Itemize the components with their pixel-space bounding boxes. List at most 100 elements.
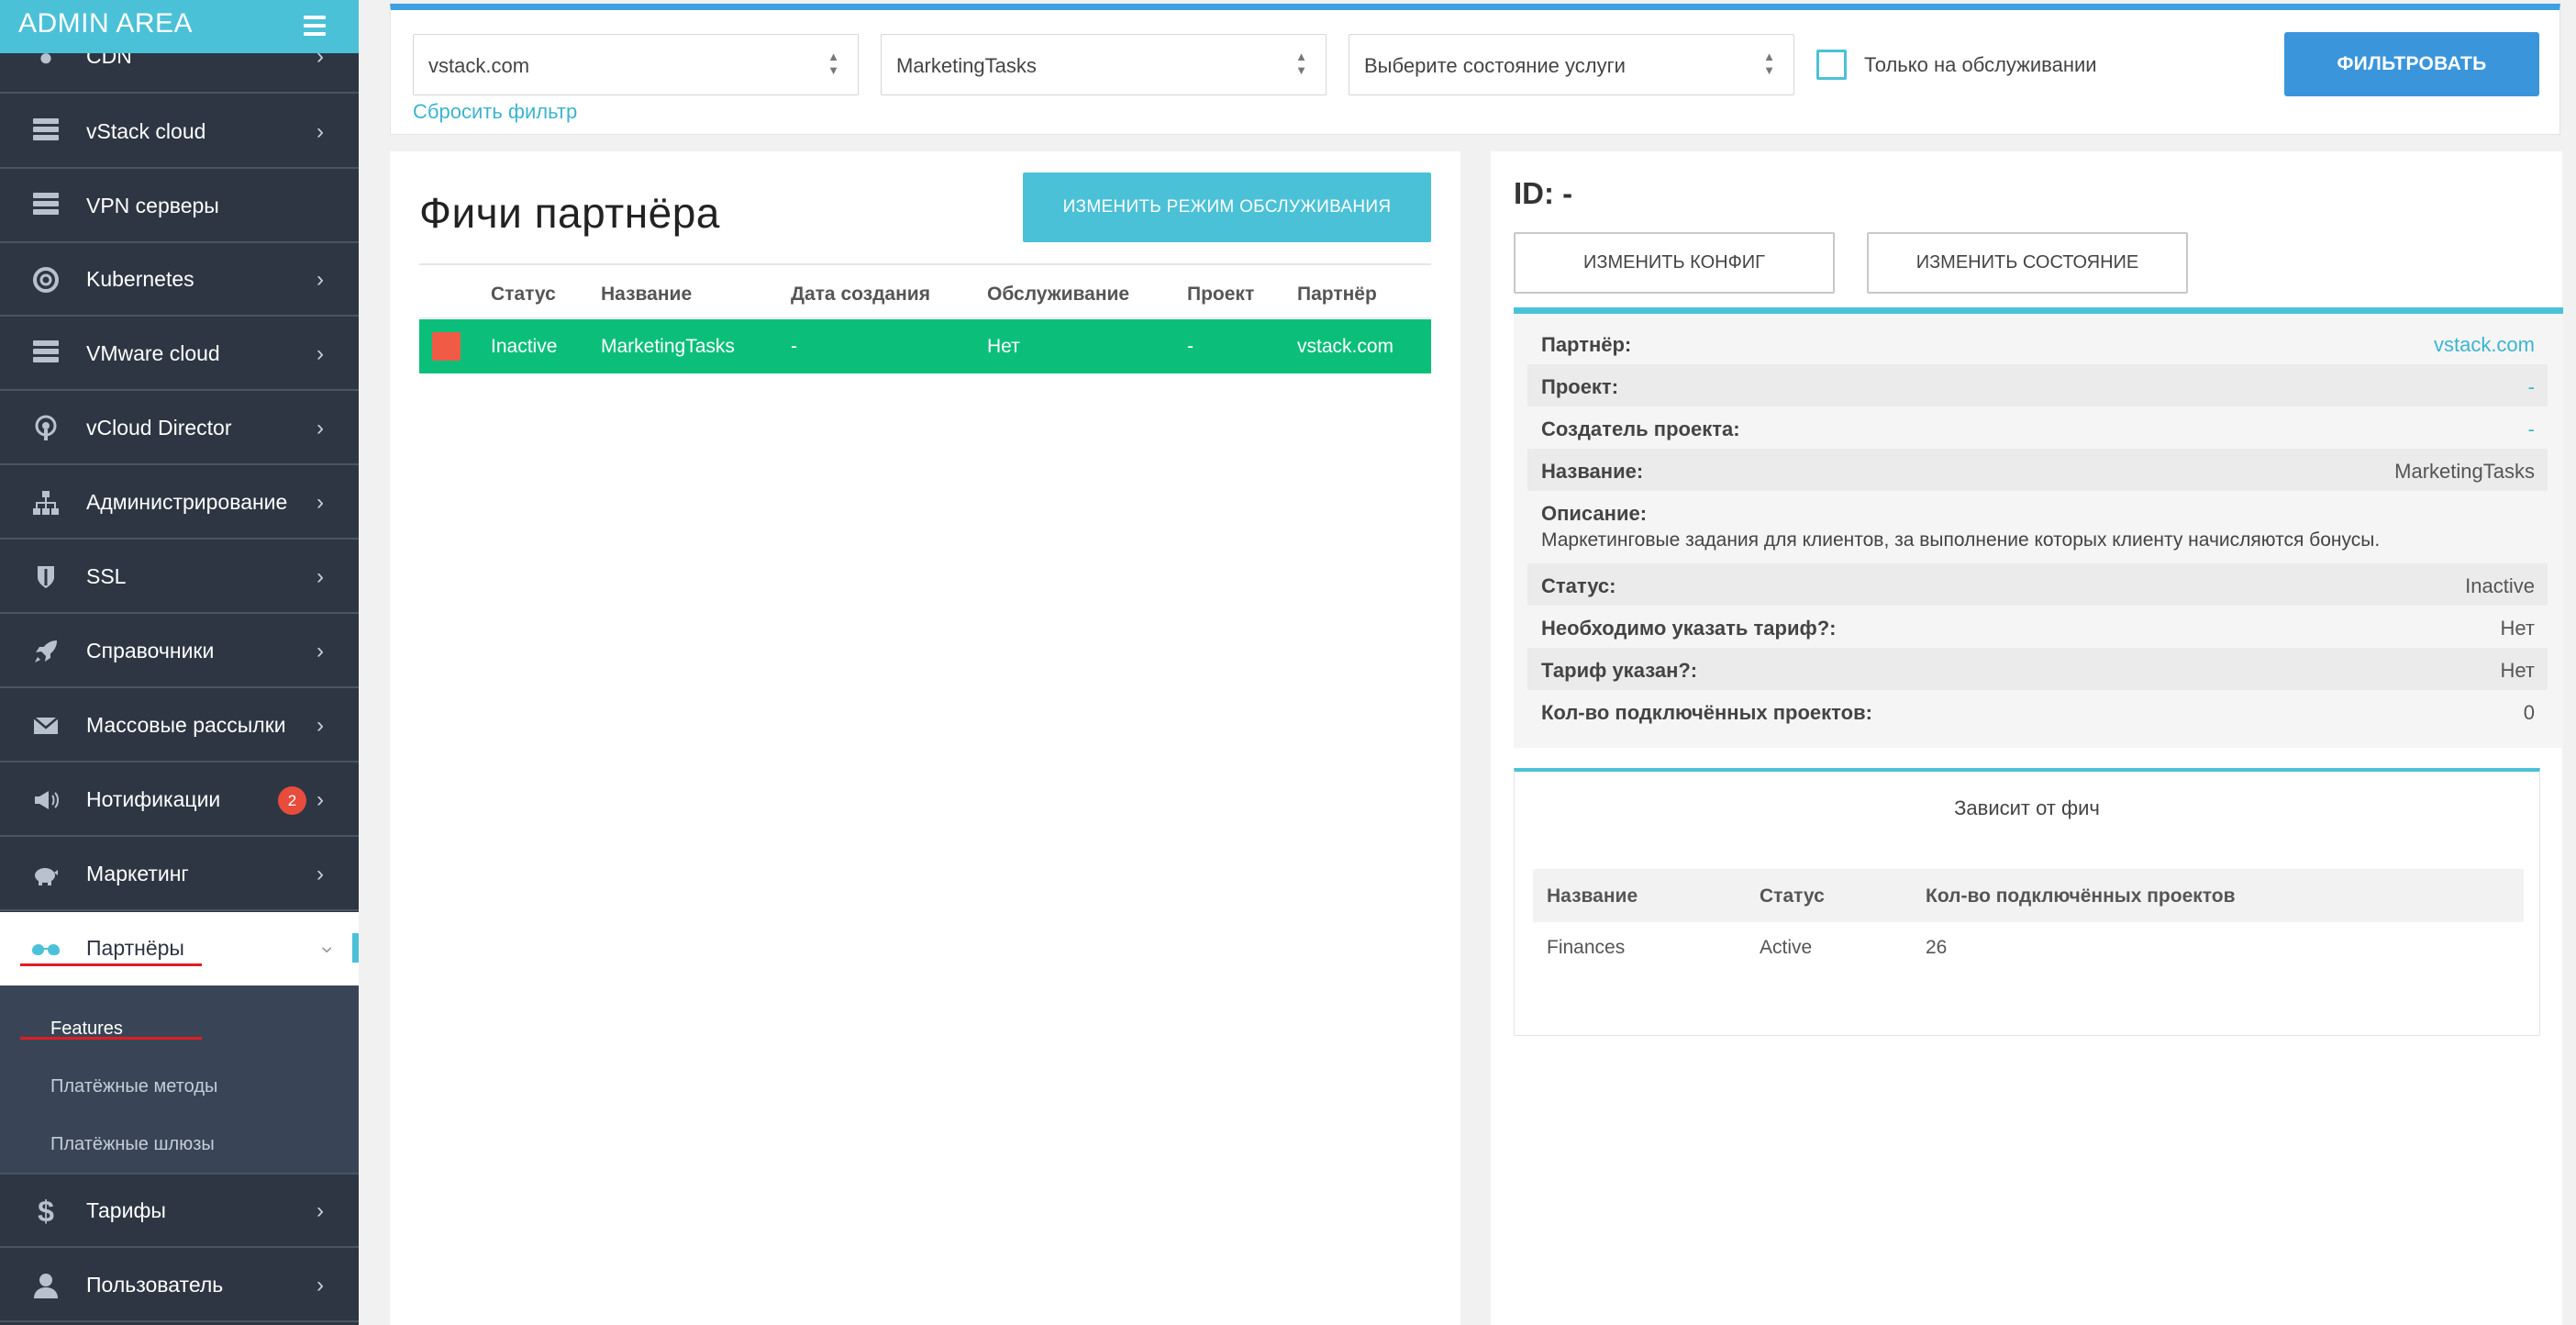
detail-row-name: Название: MarketingTasks <box>1527 449 2548 491</box>
cell-projects: 26 <box>1926 937 1948 958</box>
page-title: Фичи партнёра <box>419 189 720 237</box>
column-header: Кол-во подключённых проектов <box>1926 885 2236 907</box>
column-header[interactable]: Название <box>601 284 692 306</box>
sidebar-item-label: Администрирование <box>86 490 288 514</box>
detail-row-description: Описание: Маркетинговые задания для клие… <box>1527 491 2548 563</box>
creator-link[interactable]: - <box>2528 418 2535 441</box>
detail-value: Нет <box>2500 617 2535 640</box>
filter-button[interactable]: ФИЛЬТРОВАТЬ <box>2284 32 2539 96</box>
sidebar-item-label: VMware cloud <box>86 341 220 365</box>
partner-link[interactable]: vstack.com <box>2434 333 2535 357</box>
maintenance-only-checkbox[interactable] <box>1816 50 1847 80</box>
cell-name: MarketingTasks <box>601 336 735 357</box>
sidebar-item-vstack-cloud[interactable]: vStack cloud › <box>0 95 359 169</box>
change-state-button[interactable]: ИЗМЕНИТЬ СОСТОЯНИЕ <box>1867 232 2188 294</box>
change-maintenance-button[interactable]: ИЗМЕНИТЬ РЕЖИМ ОБСЛУЖИВАНИЯ <box>1023 173 1431 242</box>
cell-created: - <box>791 336 797 357</box>
column-header[interactable]: Обслуживание <box>987 284 1129 306</box>
detail-key: Описание: <box>1541 502 1648 525</box>
sidebar-item-kubernetes[interactable]: Kubernetes › <box>0 243 359 317</box>
sidebar-item-partners[interactable]: Партнёры › <box>0 912 359 985</box>
detail-key: Название: <box>1541 460 1644 483</box>
brand-title: ADMIN AREA <box>18 8 194 39</box>
chevron-right-icon: › <box>316 787 324 812</box>
maintenance-only-label: Только на обслуживании <box>1864 53 2097 76</box>
sidebar-item-user[interactable]: Пользователь › <box>0 1249 359 1322</box>
glasses-icon <box>31 935 61 963</box>
sidebar-item-label: Маркетинг <box>86 862 189 885</box>
sidebar-item-administration[interactable]: Администрирование › <box>0 466 359 540</box>
detail-row-project: Проект: - <box>1527 364 2548 406</box>
dependencies-card: Зависит от фич Название Статус Кол-во по… <box>1514 768 2540 1036</box>
chevron-down-icon: › <box>316 946 340 953</box>
partners-submenu: Features Платёжные методы Платёжные шлюз… <box>0 985 359 1175</box>
sidebar-item-vmware[interactable]: VMware cloud › <box>0 317 359 391</box>
annotation-underline <box>20 1037 202 1040</box>
service-state-select[interactable]: Выберите состояние услуги ▲ ▼ <box>1349 34 1794 95</box>
reset-filter-link[interactable]: Сбросить фильтр <box>413 100 577 124</box>
sitemap-icon <box>31 489 61 517</box>
annotation-underline <box>20 963 202 966</box>
detail-row-partner: Партнёр: vstack.com <box>1527 322 2548 364</box>
detail-value: MarketingTasks <box>2394 460 2535 483</box>
feature-select-value: MarketingTasks <box>896 54 1037 77</box>
partner-select-value: vstack.com <box>428 54 530 77</box>
feature-details-panel: ID: - ИЗМЕНИТЬ КОНФИГ ИЗМЕНИТЬ СОСТОЯНИЕ… <box>1491 151 2563 1325</box>
column-header: Статус <box>1760 885 1825 907</box>
server-icon <box>31 340 61 368</box>
dependencies-table-header: Название Статус Кол-во подключённых прое… <box>1533 869 2524 922</box>
detail-key: Необходимо указать тариф?: <box>1541 617 1837 640</box>
cell-status: Inactive <box>491 336 558 357</box>
feature-select[interactable]: MarketingTasks ▲ ▼ <box>881 34 1327 95</box>
podcast-icon <box>31 415 61 442</box>
chevron-right-icon: › <box>316 119 324 144</box>
chevron-right-icon: › <box>316 490 324 515</box>
detail-row-tariff-required: Необходимо указать тариф?: Нет <box>1527 606 2548 648</box>
detail-row-creator: Создатель проекта: - <box>1527 406 2548 449</box>
sidebar-item-dictionaries[interactable]: Справочники › <box>0 615 359 688</box>
feature-id: ID: - <box>1514 176 1573 210</box>
submenu-item-payment-methods[interactable]: Платёжные методы <box>50 1076 217 1097</box>
detail-key: Создатель проекта: <box>1541 418 1740 440</box>
column-header[interactable]: Статус <box>491 284 556 306</box>
chevron-right-icon: › <box>316 1273 324 1297</box>
project-link[interactable]: - <box>2528 375 2535 399</box>
sidebar-item-label: SSL <box>86 564 127 588</box>
detail-key: Проект: <box>1541 375 1619 398</box>
sidebar-item-label: Справочники <box>86 639 215 662</box>
detail-row-projects-count: Кол-во подключённых проектов: 0 <box>1527 690 2548 732</box>
sidebar-item-label: Массовые рассылки <box>86 713 286 737</box>
lifebuoy-icon <box>31 266 61 294</box>
submenu-item-payment-gateways[interactable]: Платёжные шлюзы <box>50 1134 215 1155</box>
detail-key: Кол-во подключённых проектов: <box>1541 701 1872 724</box>
sidebar-item-mailings[interactable]: Массовые рассылки › <box>0 689 359 763</box>
sidebar-item-ssl[interactable]: SSL › <box>0 540 359 614</box>
chevron-right-icon: › <box>316 267 324 292</box>
sidebar-item-vcloud[interactable]: vCloud Director › <box>0 392 359 465</box>
column-header[interactable]: Партнёр <box>1297 284 1377 306</box>
change-config-button[interactable]: ИЗМЕНИТЬ КОНФИГ <box>1514 232 1835 294</box>
dependencies-title: Зависит от фич <box>1954 796 2100 819</box>
server-icon <box>31 118 61 146</box>
rocket-icon <box>31 638 61 665</box>
sidebar-item-tariffs[interactable]: $ Тарифы › <box>0 1175 359 1248</box>
sort-arrows-icon: ▲ ▼ <box>827 50 839 77</box>
sidebar-item-vpn[interactable]: VPN серверы <box>0 170 359 243</box>
table-row[interactable]: Inactive MarketingTasks - Нет - vstack.c… <box>419 319 1431 373</box>
detail-value: 0 <box>2523 701 2535 724</box>
user-icon <box>31 1272 61 1299</box>
column-header[interactable]: Проект <box>1187 284 1254 306</box>
chevron-right-icon: › <box>316 1198 324 1223</box>
detail-description: Маркетинговые задания для клиентов, за в… <box>1541 529 2381 551</box>
sidebar-item-notifications[interactable]: Нотификации 2 › <box>0 763 359 837</box>
partner-select[interactable]: vstack.com ▲ ▼ <box>413 34 859 95</box>
cell-maintenance: Нет <box>987 336 1020 357</box>
hamburger-menu-icon[interactable] <box>304 16 326 36</box>
card-accent-bar <box>1514 307 2563 314</box>
sort-arrows-icon: ▲ ▼ <box>1763 50 1775 77</box>
sidebar: ● CDN › vStack cloud › VPN серверы Kuber… <box>0 0 359 1325</box>
sidebar-item-marketing[interactable]: Маркетинг › <box>0 838 359 911</box>
filter-bar: vstack.com ▲ ▼ MarketingTasks ▲ ▼ Выберите… <box>390 4 2560 135</box>
column-header[interactable]: Дата создания <box>791 284 930 306</box>
chevron-right-icon: › <box>316 713 324 738</box>
